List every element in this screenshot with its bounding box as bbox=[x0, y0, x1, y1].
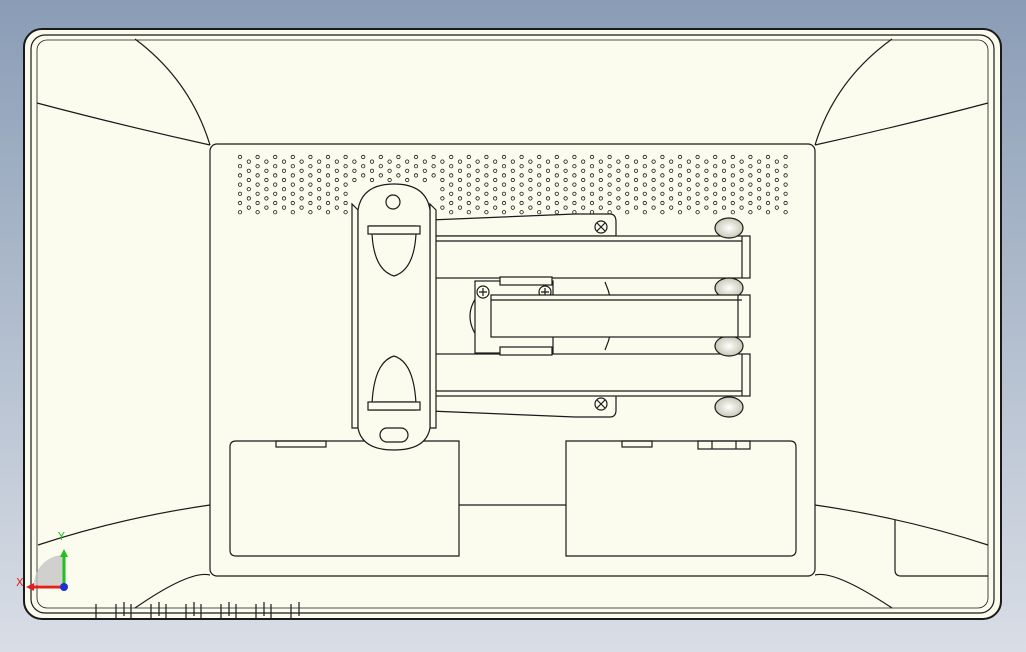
cad-viewport[interactable]: X Y bbox=[0, 0, 1026, 652]
swivel-bracket-top-flange bbox=[499, 276, 553, 286]
triad-x-label: X bbox=[16, 576, 24, 589]
arm-end-cap-bottom bbox=[714, 396, 744, 418]
wall-plate-bottom-slot bbox=[379, 427, 409, 443]
wall-plate-rail-right bbox=[429, 202, 437, 429]
triad-z-axis bbox=[60, 583, 68, 591]
drawing-canvas[interactable] bbox=[0, 0, 1026, 652]
upper-arm[interactable] bbox=[431, 235, 751, 279]
triad-y-label: Y bbox=[58, 530, 65, 543]
keyhole-hook-top bbox=[367, 225, 421, 235]
lower-arm[interactable] bbox=[431, 353, 751, 397]
arm-end-cap-top bbox=[714, 217, 744, 239]
keyhole-hook-bottom bbox=[367, 401, 421, 411]
arm-end-cap-mid-bottom bbox=[714, 335, 744, 357]
middle-arm[interactable] bbox=[490, 294, 751, 338]
wall-plate-top-hole bbox=[385, 194, 401, 210]
swivel-bracket-bottom-flange bbox=[499, 346, 553, 356]
wall-plate-rail bbox=[351, 202, 359, 429]
